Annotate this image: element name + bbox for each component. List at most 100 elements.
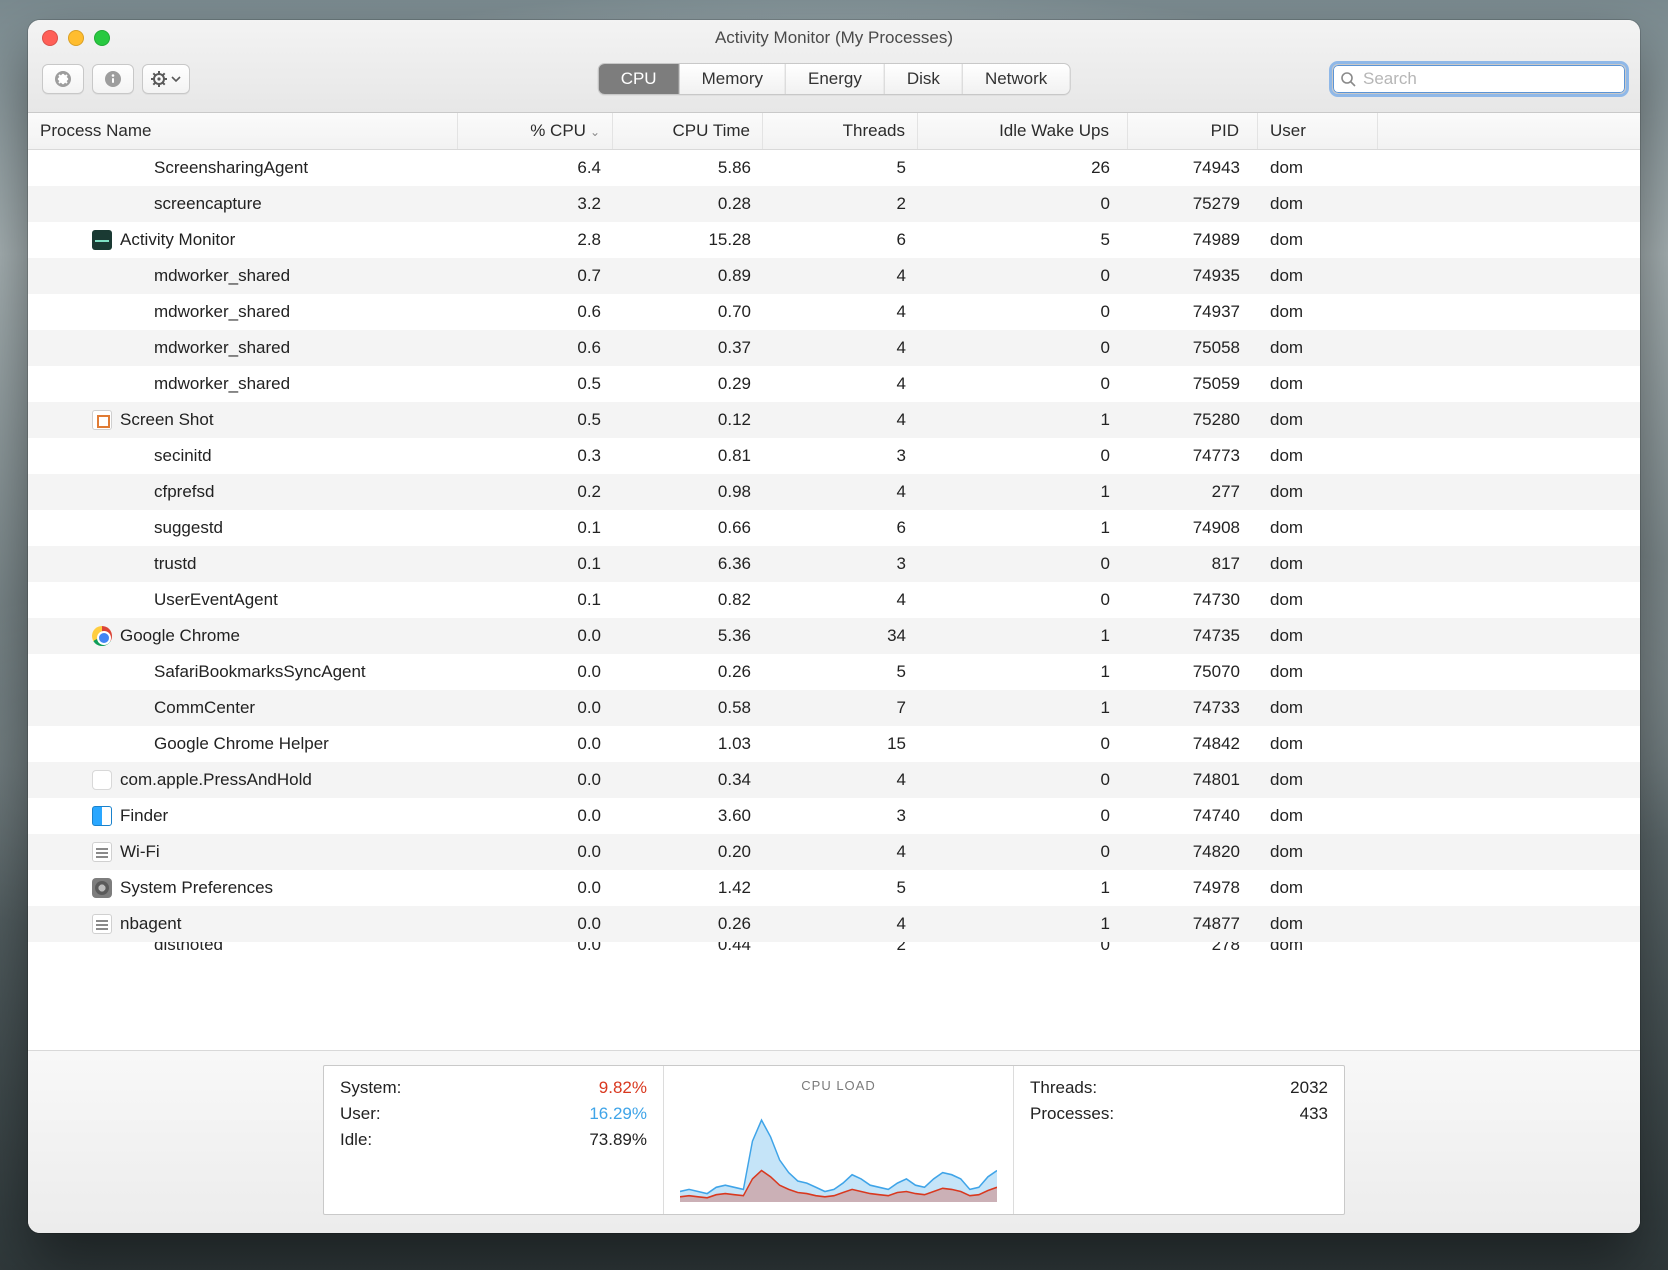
table-row[interactable]: Google Chrome0.05.3634174735dom [28,618,1640,654]
cell-user: dom [1258,446,1378,466]
table-row[interactable]: trustd0.16.3630817dom [28,546,1640,582]
options-menu-button[interactable] [142,64,190,94]
cell-threads: 4 [763,842,918,862]
table-row[interactable]: Wi-Fi0.00.204074820dom [28,834,1640,870]
cell-pid: 75058 [1128,338,1258,358]
stop-process-button[interactable] [42,64,84,94]
user-value: 16.29% [589,1104,647,1124]
cell-pid: 74877 [1128,914,1258,934]
cell-time: 0.34 [613,770,763,790]
cell-cpu: 0.1 [458,518,613,538]
cell-wake: 0 [918,734,1128,754]
cell-time: 0.66 [613,518,763,538]
tab-network[interactable]: Network [963,64,1069,94]
process-name: distnoted [154,942,223,954]
table-row[interactable]: mdworker_shared0.50.294075059dom [28,366,1640,402]
cell-wake: 5 [918,230,1128,250]
cell-cpu: 0.6 [458,338,613,358]
table-row[interactable]: CommCenter0.00.587174733dom [28,690,1640,726]
cell-pid: 74733 [1128,698,1258,718]
cell-pid: 75059 [1128,374,1258,394]
process-name: Activity Monitor [120,230,235,250]
table-row[interactable]: distnoted0.00.4420278dom [28,942,1640,960]
col-idle-wake-ups[interactable]: Idle Wake Ups [918,113,1128,149]
process-name: Google Chrome Helper [154,734,329,754]
table-row[interactable]: suggestd0.10.666174908dom [28,510,1640,546]
system-label: System: [340,1078,401,1098]
table-row[interactable]: Screen Shot0.50.124175280dom [28,402,1640,438]
cell-cpu: 0.5 [458,410,613,430]
search-input[interactable] [1332,64,1626,94]
processes-label: Processes: [1030,1104,1114,1124]
stop-icon [54,70,72,88]
cell-cpu: 0.1 [458,590,613,610]
table-row[interactable]: Activity Monitor2.815.286574989dom [28,222,1640,258]
col-process-name[interactable]: Process Name [28,113,458,149]
tab-energy[interactable]: Energy [786,64,885,94]
col-user[interactable]: User [1258,113,1378,149]
cell-pid: 277 [1128,482,1258,502]
cell-cpu: 0.0 [458,914,613,934]
close-button[interactable] [42,30,58,46]
generic-app-icon [92,770,112,790]
threads-value: 2032 [1290,1078,1328,1098]
cell-time: 1.03 [613,734,763,754]
table-row[interactable]: SafariBookmarksSyncAgent0.00.265175070do… [28,654,1640,690]
table-header: Process Name% CPU⌄CPU TimeThreadsIdle Wa… [28,113,1640,150]
cell-user: dom [1258,942,1378,954]
process-name: Finder [120,806,168,826]
process-name: secinitd [154,446,212,466]
minimize-button[interactable] [68,30,84,46]
table-row[interactable]: System Preferences0.01.425174978dom [28,870,1640,906]
col-threads[interactable]: Threads [763,113,918,149]
system-value: 9.82% [599,1078,647,1098]
cell-user: dom [1258,410,1378,430]
cell-threads: 4 [763,914,918,934]
cell-threads: 4 [763,482,918,502]
table-row[interactable]: Google Chrome Helper0.01.0315074842dom [28,726,1640,762]
cell-pid: 74943 [1128,158,1258,178]
summary-footer: System:9.82% User:16.29% Idle:73.89% CPU… [28,1050,1640,1233]
table-row[interactable]: ScreensharingAgent6.45.8652674943dom [28,150,1640,186]
cell-threads: 4 [763,374,918,394]
process-name: CommCenter [154,698,255,718]
tab-disk[interactable]: Disk [885,64,963,94]
table-row[interactable]: mdworker_shared0.60.704074937dom [28,294,1640,330]
table-row[interactable]: secinitd0.30.813074773dom [28,438,1640,474]
cell-time: 0.98 [613,482,763,502]
cell-wake: 1 [918,518,1128,538]
table-row[interactable]: screencapture3.20.282075279dom [28,186,1640,222]
table-row[interactable]: UserEventAgent0.10.824074730dom [28,582,1640,618]
table-row[interactable]: Finder0.03.603074740dom [28,798,1640,834]
table-row[interactable]: mdworker_shared0.70.894074935dom [28,258,1640,294]
user-label: User: [340,1104,381,1124]
col--cpu[interactable]: % CPU⌄ [458,113,613,149]
zoom-button[interactable] [94,30,110,46]
table-row[interactable]: cfprefsd0.20.9841277dom [28,474,1640,510]
cell-cpu: 0.0 [458,942,613,954]
info-icon [104,70,122,88]
cell-threads: 5 [763,662,918,682]
cell-user: dom [1258,770,1378,790]
col-spacer [1378,123,1640,139]
tab-memory[interactable]: Memory [680,64,786,94]
table-row[interactable]: mdworker_shared0.60.374075058dom [28,330,1640,366]
table-row[interactable]: com.apple.PressAndHold0.00.344074801dom [28,762,1640,798]
cell-cpu: 0.0 [458,626,613,646]
titlebar: Activity Monitor (My Processes) CPUMemor… [28,20,1640,113]
inspect-process-button[interactable] [92,64,134,94]
screenshot-icon [92,410,112,430]
cell-threads: 3 [763,446,918,466]
cell-user: dom [1258,374,1378,394]
col-pid[interactable]: PID [1128,113,1258,149]
tab-cpu[interactable]: CPU [599,64,680,94]
cell-user: dom [1258,878,1378,898]
cell-cpu: 0.7 [458,266,613,286]
table-row[interactable]: nbagent0.00.264174877dom [28,906,1640,942]
cell-cpu: 0.0 [458,842,613,862]
cell-time: 0.82 [613,590,763,610]
process-name: nbagent [120,914,181,934]
activity-monitor-window: Activity Monitor (My Processes) CPUMemor… [28,20,1640,1233]
window-title: Activity Monitor (My Processes) [715,28,953,48]
col-cpu-time[interactable]: CPU Time [613,113,763,149]
